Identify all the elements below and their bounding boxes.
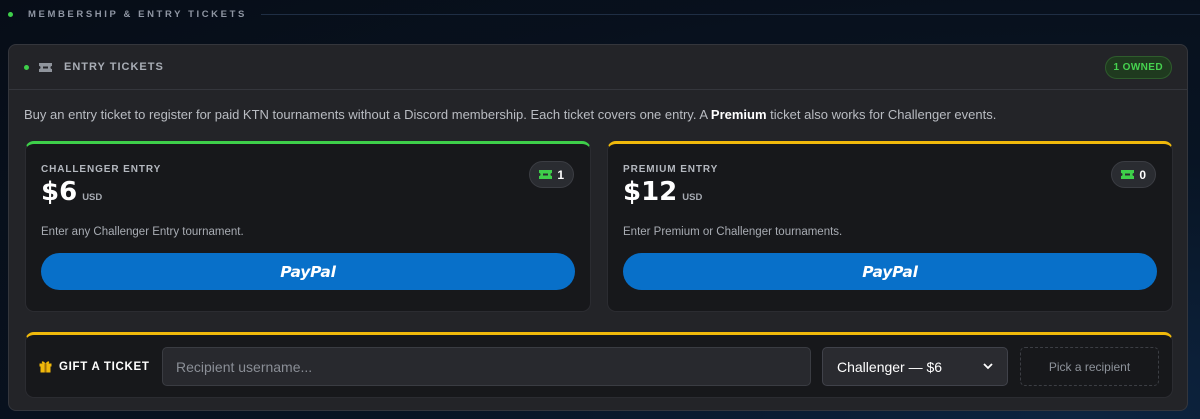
- paypal-button[interactable]: PayPal: [41, 253, 575, 290]
- panel-header: ENTRY TICKETS 1 OWNED: [9, 45, 1187, 90]
- panel-description: Buy an entry ticket to register for paid…: [24, 107, 996, 122]
- description-text-end: ticket also works for Challenger events.: [766, 107, 997, 122]
- paypal-button[interactable]: PayPal: [623, 253, 1157, 290]
- section-divider: [260, 13, 1200, 15]
- panel-title: ENTRY TICKETS: [64, 61, 164, 73]
- ticket-subtitle: Enter Premium or Challenger tournaments.: [623, 226, 843, 238]
- gift-ticket-bar: GIFT A TICKET Challenger — $6 Pick a rec…: [25, 332, 1173, 398]
- ticket-label: CHALLENGER ENTRY: [41, 164, 162, 175]
- gift-label: GIFT A TICKET: [39, 360, 150, 373]
- section-header: MEMBERSHIP & ENTRY TICKETS: [0, 0, 1200, 28]
- description-bold: Premium: [710, 107, 767, 122]
- ticket-price: $12 USD: [623, 177, 702, 207]
- ticket-count-pill: 1: [529, 161, 574, 188]
- pick-recipient-button[interactable]: Pick a recipient: [1020, 347, 1159, 386]
- gift-icon: [39, 361, 52, 373]
- ticket-price: $6 USD: [41, 177, 102, 207]
- ticket-label: PREMIUM ENTRY: [623, 164, 719, 175]
- price-currency: USD: [82, 192, 103, 203]
- chevron-down-icon: [983, 363, 993, 370]
- price-currency: USD: [682, 192, 703, 203]
- ticket-count-pill: 0: [1111, 161, 1156, 188]
- ticket-icon: [39, 62, 52, 72]
- recipient-username-input[interactable]: [162, 347, 811, 386]
- ticket-subtitle: Enter any Challenger Entry tournament.: [41, 226, 244, 238]
- ticket-count: 1: [557, 167, 564, 182]
- challenger-ticket-card: CHALLENGER ENTRY $6 USD 1 Enter any Chal…: [25, 141, 591, 312]
- price-amount: $6: [41, 177, 78, 207]
- gift-label-text: GIFT A TICKET: [59, 360, 150, 373]
- status-dot: [8, 11, 13, 17]
- owned-badge: 1 OWNED: [1104, 56, 1172, 79]
- status-dot: [24, 64, 29, 70]
- selected-ticket-option: Challenger — $6: [837, 358, 943, 375]
- section-title: MEMBERSHIP & ENTRY TICKETS: [28, 8, 247, 20]
- ticket-icon: [1121, 170, 1135, 179]
- description-text: Buy an entry ticket to register for paid…: [24, 107, 711, 122]
- ticket-icon: [539, 170, 553, 179]
- price-amount: $12: [623, 177, 678, 207]
- entry-tickets-panel: ENTRY TICKETS 1 OWNED Buy an entry ticke…: [8, 44, 1188, 411]
- ticket-type-select[interactable]: Challenger — $6: [822, 347, 1008, 386]
- ticket-count: 0: [1139, 167, 1146, 182]
- premium-ticket-card: PREMIUM ENTRY $12 USD 0 Enter Premium or…: [607, 141, 1173, 312]
